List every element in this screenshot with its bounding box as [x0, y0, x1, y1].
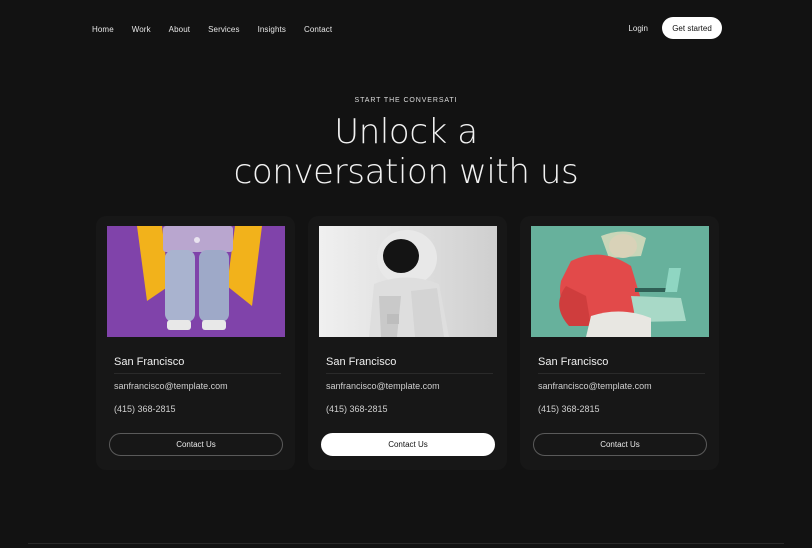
card-phone[interactable]: (415) 368-2815: [538, 404, 600, 414]
page-title: Unlock a conversation with us: [0, 112, 812, 192]
nav-services[interactable]: Services: [208, 25, 239, 34]
get-started-button[interactable]: Get started: [662, 17, 722, 39]
card-phone[interactable]: (415) 368-2815: [114, 404, 176, 414]
card-email[interactable]: sanfrancisco@template.com: [538, 381, 652, 391]
card-city: San Francisco: [114, 356, 185, 368]
contact-us-button[interactable]: Contact Us: [109, 433, 283, 456]
card-phone[interactable]: (415) 368-2815: [326, 404, 388, 414]
card-divider: [538, 373, 705, 374]
nav-work[interactable]: Work: [132, 25, 151, 34]
card-divider: [114, 373, 281, 374]
footer-divider: [28, 543, 784, 544]
contact-card: San Francisco sanfrancisco@template.com …: [520, 216, 719, 470]
person-red-jacket-image: [531, 226, 709, 337]
header-actions: Login Get started: [628, 17, 722, 39]
card-city: San Francisco: [538, 356, 609, 368]
astronaut-image: [319, 226, 497, 337]
nav-about[interactable]: About: [169, 25, 190, 34]
contact-card: San Francisco sanfrancisco@template.com …: [308, 216, 507, 470]
contact-card: San Francisco sanfrancisco@template.com …: [96, 216, 295, 470]
nav-contact[interactable]: Contact: [304, 25, 332, 34]
card-divider: [326, 373, 493, 374]
title-line-2: conversation with us: [233, 152, 579, 192]
card-image: [319, 226, 497, 337]
title-line-1: Unlock a: [334, 112, 478, 152]
section-eyebrow: START THE CONVERSATI: [354, 97, 458, 104]
card-email[interactable]: sanfrancisco@template.com: [326, 381, 440, 391]
contact-us-button[interactable]: Contact Us: [321, 433, 495, 456]
card-image: [107, 226, 285, 337]
nav-insights[interactable]: Insights: [258, 25, 286, 34]
person-laptop-image: [107, 226, 285, 337]
contact-us-button[interactable]: Contact Us: [533, 433, 707, 456]
card-image: [531, 226, 709, 337]
main-nav: Home Work About Services Insights Contac…: [92, 25, 350, 34]
login-link[interactable]: Login: [628, 24, 648, 33]
card-email[interactable]: sanfrancisco@template.com: [114, 381, 228, 391]
card-city: San Francisco: [326, 356, 397, 368]
nav-home[interactable]: Home: [92, 25, 114, 34]
